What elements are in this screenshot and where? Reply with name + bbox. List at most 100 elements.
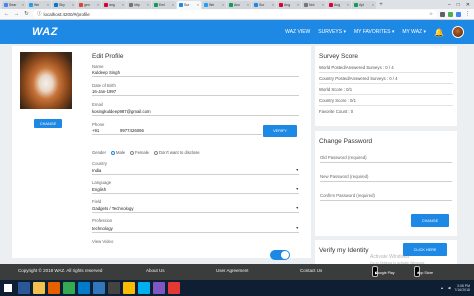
terminal-icon[interactable] xyxy=(108,282,120,294)
close-tab-icon[interactable]: × xyxy=(297,3,299,7)
task-view-icon[interactable] xyxy=(18,282,30,294)
clock-date[interactable]: 7/16/2018 xyxy=(454,288,470,293)
favicon-icon xyxy=(154,3,158,7)
email-field[interactable]: kosingkuldeep987@gmail.com xyxy=(92,109,299,116)
file-explorer-icon[interactable] xyxy=(33,282,45,294)
favicon-icon xyxy=(54,3,58,7)
name-field[interactable]: Kuldeep Singh xyxy=(92,70,299,77)
browser-tab[interactable]: ang × xyxy=(102,1,126,9)
browser-tab[interactable]: Emi × xyxy=(152,1,176,9)
app-icon-2[interactable] xyxy=(168,282,180,294)
back-arrow-icon[interactable]: ← xyxy=(3,11,10,17)
view-video-toggle[interactable] xyxy=(270,250,290,260)
network-icon[interactable]: ▲ xyxy=(440,286,443,291)
survey-score-title: Survey Score xyxy=(319,53,359,60)
browser-tab[interactable]: Apl × xyxy=(352,1,376,9)
browser-tab[interactable]: Not × xyxy=(302,1,326,9)
extension-icon-2[interactable] xyxy=(448,11,453,17)
browser-tab[interactable]: Sur × xyxy=(252,1,276,9)
close-tab-icon[interactable]: × xyxy=(197,3,199,7)
close-tab-icon[interactable]: × xyxy=(97,3,99,7)
change-password-button[interactable]: CHANGE xyxy=(411,214,449,227)
extension-icon-3[interactable] xyxy=(456,11,461,17)
browser-tab[interactable]: Anc × xyxy=(227,1,251,9)
country-label: Country xyxy=(92,161,108,166)
browser-tab[interactable]: http × xyxy=(127,1,151,9)
tab-label: Anc xyxy=(234,3,241,7)
chrome-icon-2[interactable] xyxy=(123,282,135,294)
footer-agreement-link[interactable]: User Agreement xyxy=(216,268,249,273)
language-select[interactable]: English ▼ xyxy=(92,187,299,194)
browser-tab[interactable]: Sear × xyxy=(2,1,26,9)
main-nav: WAZ VIEW SURVEYS ▾ MY FAVORITES ▾ MY WAZ… xyxy=(285,26,464,38)
phone-code: +91 xyxy=(92,128,100,133)
close-tab-icon[interactable]: × xyxy=(222,3,224,7)
new-password-field[interactable]: New Password (required) xyxy=(320,174,452,182)
phone-field[interactable]: +91 9977426066 xyxy=(92,128,262,135)
gender-undisclosed-radio[interactable]: Don't want to disclose xyxy=(154,150,200,155)
nav-my-waz[interactable]: MY WAZ ▾ xyxy=(402,29,426,35)
close-tab-icon[interactable]: × xyxy=(247,3,249,7)
app-store-badge[interactable]: ● App Store xyxy=(414,266,433,277)
close-tab-icon[interactable]: × xyxy=(122,3,124,7)
close-tab-icon[interactable]: × xyxy=(372,3,374,7)
maximize-button[interactable]: □ xyxy=(457,2,460,8)
profile-photo xyxy=(20,52,72,109)
firefox-icon[interactable] xyxy=(48,282,60,294)
reload-icon[interactable]: ↻ xyxy=(23,11,30,17)
minimize-button[interactable]: – xyxy=(448,2,451,8)
chrome-icon[interactable] xyxy=(63,282,75,294)
stat-favorite-count: Favorite Count : 0 xyxy=(319,109,354,114)
verify-phone-button[interactable]: VERIFY xyxy=(263,125,297,137)
browser-tab[interactable]: We × xyxy=(27,1,51,9)
start-button[interactable] xyxy=(1,281,15,295)
change-password-title: Change Password xyxy=(319,138,373,145)
volume-icon[interactable]: ◀ xyxy=(448,286,451,291)
close-tab-icon[interactable]: × xyxy=(72,3,74,7)
star-icon[interactable]: ☆ xyxy=(429,11,433,17)
favicon-icon xyxy=(254,3,258,7)
close-tab-icon[interactable]: × xyxy=(22,3,24,7)
avatar[interactable] xyxy=(452,26,464,38)
gender-male-radio[interactable]: Male xyxy=(110,150,125,155)
close-tab-icon[interactable]: × xyxy=(47,3,49,7)
nav-my-favorites[interactable]: MY FAVORITES ▾ xyxy=(354,29,394,35)
nav-surveys[interactable]: SURVEYS ▾ xyxy=(318,29,346,35)
google-play-badge[interactable]: ▶ Google Play xyxy=(372,266,395,277)
edge-icon[interactable] xyxy=(93,282,105,294)
old-password-field[interactable]: Old Password (required) xyxy=(320,155,452,163)
close-tab-icon[interactable]: × xyxy=(322,3,324,7)
url-input[interactable]: ⓘ localhost:4200/#/profile ☆ xyxy=(33,10,437,18)
browser-tab[interactable]: We × xyxy=(202,1,226,9)
forward-arrow-icon[interactable]: → xyxy=(13,11,20,17)
extension-icon[interactable] xyxy=(440,11,445,17)
close-window-button[interactable]: ✕ xyxy=(466,2,470,8)
browser-tab[interactable]: Ang × xyxy=(327,1,351,9)
country-select[interactable]: India ▼ xyxy=(92,168,299,175)
close-tab-icon[interactable]: × xyxy=(272,3,274,7)
confirm-password-field[interactable]: Confirm Password (required) xyxy=(320,193,452,201)
bell-icon[interactable]: 🔔 xyxy=(434,28,444,37)
nav-waz-view[interactable]: WAZ VIEW xyxy=(285,29,310,35)
menu-dots-icon[interactable]: ⋮ xyxy=(464,11,471,17)
field-select[interactable]: Gadgets / Technology ▼ xyxy=(92,206,299,213)
browser-tab[interactable]: Ang × xyxy=(277,1,301,9)
app-icon[interactable] xyxy=(153,282,165,294)
close-tab-icon[interactable]: × xyxy=(147,3,149,7)
vscode-icon[interactable] xyxy=(78,282,90,294)
change-photo-button[interactable]: CHANGE xyxy=(34,119,62,128)
footer-contact-link[interactable]: Contact Us xyxy=(300,268,322,273)
tab-label: Sky xyxy=(59,3,65,7)
footer-about-link[interactable]: About Us xyxy=(146,268,165,273)
browser-tab[interactable]: Sur × xyxy=(177,1,201,9)
close-tab-icon[interactable]: × xyxy=(347,3,349,7)
new-tab-button[interactable]: + xyxy=(377,1,385,9)
close-tab-icon[interactable]: × xyxy=(172,3,174,7)
gender-female-radio[interactable]: Female xyxy=(130,150,149,155)
dob-field[interactable]: 16-Jan-1997 xyxy=(92,89,299,96)
waz-logo[interactable]: WAZ xyxy=(32,26,72,38)
browser-tab[interactable]: Sky × xyxy=(52,1,76,9)
browser-tab[interactable]: gen × xyxy=(77,1,101,9)
profession-select[interactable]: technology ▼ xyxy=(92,226,299,233)
skype-icon[interactable] xyxy=(138,282,150,294)
